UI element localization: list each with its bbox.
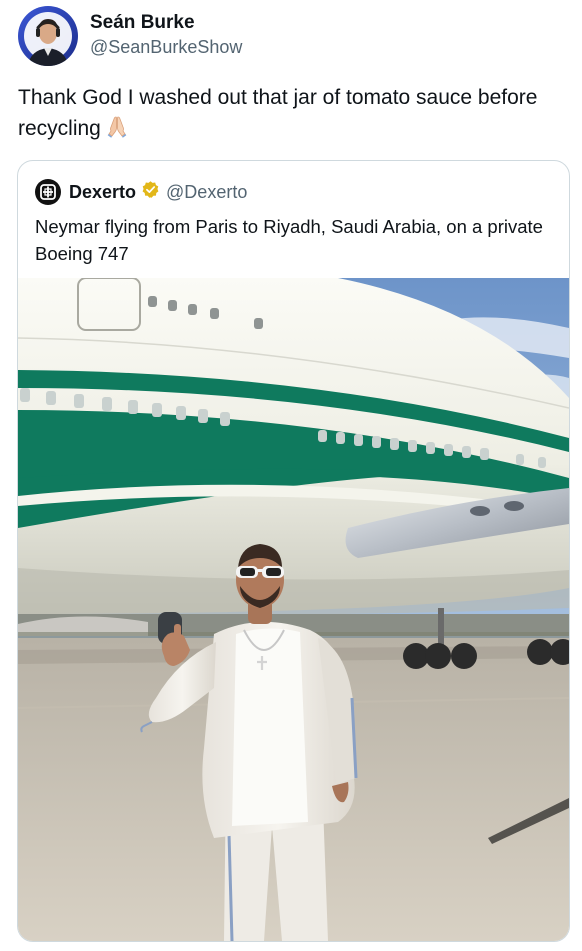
author-display-name[interactable]: Seán Burke [90, 12, 242, 35]
avatar-image [18, 6, 78, 66]
quoted-text: Neymar flying from Paris to Riyadh, Saud… [35, 216, 543, 264]
tweet-text: Thank God I washed out that jar of tomat… [18, 82, 563, 147]
author-handle[interactable]: @SeanBurkeShow [90, 37, 242, 59]
dexerto-logo-icon [35, 179, 61, 205]
author-row: Seán Burke @SeanBurkeShow [18, 6, 242, 66]
verified-badge-icon [141, 180, 160, 204]
photo-neymar-boeing-747 [18, 277, 569, 941]
avatar[interactable] [18, 6, 78, 66]
tweet-text-body: Thank God I washed out that jar of tomat… [18, 86, 538, 140]
quoted-handle[interactable]: @Dexerto [166, 182, 247, 203]
quoted-header: Dexerto @Dexerto [35, 179, 247, 205]
quoted-tweet-card[interactable]: Dexerto @Dexerto Neymar flying from Pari… [17, 160, 570, 942]
author-names: Seán Burke @SeanBurkeShow [90, 12, 242, 58]
quoted-display-name[interactable]: Dexerto [69, 182, 136, 203]
quoted-photo[interactable] [18, 277, 569, 941]
folded-hands-icon [105, 114, 129, 147]
tweet-post: Seán Burke @SeanBurkeShow Thank God I wa… [0, 0, 582, 951]
